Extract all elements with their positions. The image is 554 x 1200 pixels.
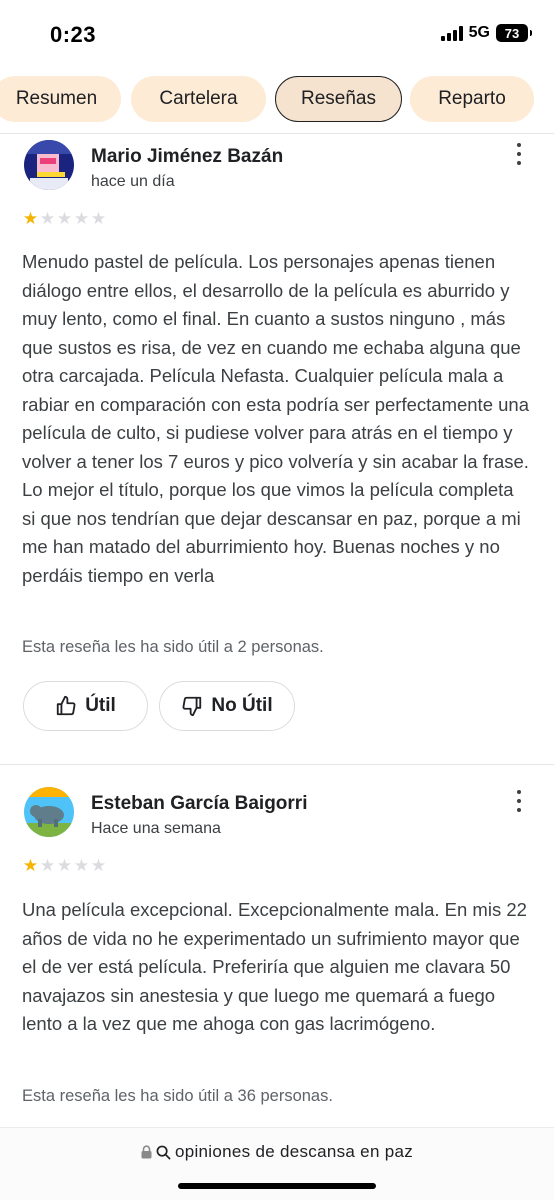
star-empty-icon: ★ <box>73 209 90 228</box>
review-text: Menudo pastel de película. Los personaje… <box>22 251 529 586</box>
helpful-count: Esta reseña les ha sido útil a 36 person… <box>22 1087 333 1105</box>
star-filled-icon: ★ <box>22 856 39 875</box>
thumbs-down-icon <box>182 696 202 717</box>
star-rating: ★ ★ ★ ★ ★ <box>22 857 107 874</box>
battery-icon: 73 <box>496 24 532 42</box>
review-time: Hace una semana <box>91 820 221 837</box>
browser-address-bar[interactable]: opiniones de descansa en paz <box>0 1127 554 1200</box>
review-time: hace un día <box>91 173 175 190</box>
star-empty-icon: ★ <box>73 856 90 875</box>
url-text: opiniones de descansa en paz <box>174 1142 414 1161</box>
star-empty-icon: ★ <box>90 209 107 228</box>
useful-button[interactable]: Útil <box>23 681 148 731</box>
tab-resumen[interactable]: Resumen <box>0 76 121 122</box>
star-filled-icon: ★ <box>22 209 39 228</box>
section-tabs: Resumen Cartelera Reseñas Reparto <box>0 76 554 124</box>
not-useful-button[interactable]: No Útil <box>159 681 295 731</box>
more-options-icon[interactable] <box>514 790 524 812</box>
not-useful-label: No Útil <box>211 695 273 716</box>
star-empty-icon: ★ <box>90 856 107 875</box>
helpful-count: Esta reseña les ha sido útil a 2 persona… <box>22 638 324 656</box>
thumbs-up-icon <box>57 695 76 716</box>
signal-icon <box>440 25 463 41</box>
url-bar[interactable]: opiniones de descansa en paz <box>0 1142 554 1162</box>
star-empty-icon: ★ <box>39 209 56 228</box>
star-empty-icon: ★ <box>56 209 73 228</box>
tab-cartelera[interactable]: Cartelera <box>131 76 266 122</box>
lock-icon <box>141 1145 152 1159</box>
search-icon <box>156 1145 171 1159</box>
status-bar: 0:23 5G 73 <box>0 0 554 70</box>
status-time: 0:23 <box>50 22 97 47</box>
network-type: 5G <box>468 24 490 41</box>
tabs-divider <box>0 133 554 134</box>
reviewer-name: Mario Jiménez Bazán <box>91 146 284 167</box>
star-rating: ★ ★ ★ ★ ★ <box>22 210 107 227</box>
useful-label: Útil <box>85 695 116 716</box>
review-text: Una película excepcional. Excepcionalmen… <box>22 899 527 1034</box>
more-options-icon[interactable] <box>514 143 524 165</box>
avatar[interactable] <box>24 140 74 190</box>
star-empty-icon: ★ <box>39 856 56 875</box>
review-divider <box>0 764 554 765</box>
status-indicators: 5G 73 <box>440 24 532 42</box>
tab-reparto[interactable]: Reparto <box>410 76 534 122</box>
tab-resenas[interactable]: Reseñas <box>275 76 402 122</box>
star-empty-icon: ★ <box>56 856 73 875</box>
reviewer-name: Esteban García Baigorri <box>91 793 308 814</box>
avatar[interactable] <box>24 787 74 837</box>
home-indicator[interactable] <box>178 1183 376 1189</box>
